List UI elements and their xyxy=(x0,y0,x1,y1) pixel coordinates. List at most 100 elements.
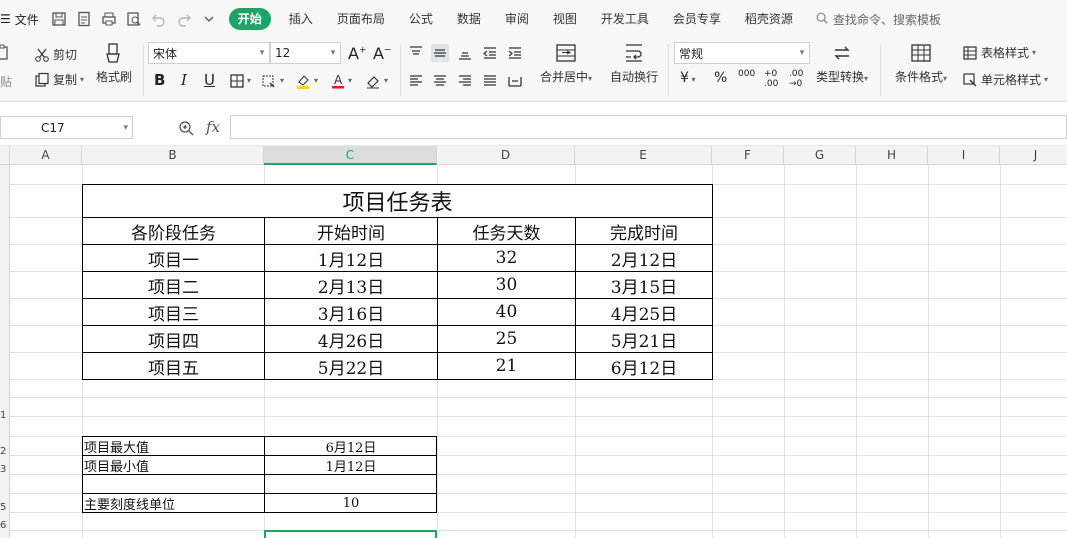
worksheet-grid[interactable]: A B C D E F G H I J 1 2 3 5 6 7 项目任务表 各阶… xyxy=(0,146,1067,538)
undo-icon[interactable] xyxy=(151,11,167,27)
font-size-select[interactable]: 12 ▾ xyxy=(270,42,341,64)
column-header-e[interactable]: E xyxy=(575,146,712,165)
row-header[interactable]: 3 xyxy=(0,464,10,475)
font-name-select[interactable]: 宋体 ▾ xyxy=(148,42,270,64)
table-cell[interactable]: 3月15日 xyxy=(576,272,712,298)
table-cell[interactable]: 3月16日 xyxy=(265,299,437,325)
print-icon[interactable] xyxy=(101,11,117,27)
table-cell[interactable]: 4月26日 xyxy=(265,326,437,352)
header-cell[interactable]: 各阶段任务 xyxy=(83,218,264,244)
paste-button[interactable]: 贴 xyxy=(0,73,12,90)
column-header-a[interactable]: A xyxy=(10,146,82,165)
tab-insert[interactable]: 插入 xyxy=(277,8,325,30)
column-header-j[interactable]: J xyxy=(1000,146,1067,165)
column-header-i[interactable]: I xyxy=(928,146,1000,165)
column-header-c[interactable]: C xyxy=(264,146,437,165)
table-cell[interactable]: 40 xyxy=(438,299,575,325)
table-cell[interactable]: 项目五 xyxy=(83,353,264,379)
copy-button[interactable]: 复制 ▾ xyxy=(34,71,84,88)
summary-value[interactable]: 6月12日 xyxy=(265,437,437,456)
tab-review[interactable]: 审阅 xyxy=(493,8,541,30)
table-cell[interactable]: 项目四 xyxy=(83,326,264,352)
align-left-icon[interactable] xyxy=(407,72,425,90)
formula-input[interactable] xyxy=(230,115,1067,139)
align-bottom-icon[interactable] xyxy=(456,44,474,62)
number-format-select[interactable]: 常规 ▾ xyxy=(674,42,810,64)
row-header[interactable]: 1 xyxy=(0,410,10,421)
column-header-b[interactable]: B xyxy=(82,146,264,165)
tab-view[interactable]: 视图 xyxy=(541,8,589,30)
row-header[interactable]: 2 xyxy=(0,446,10,457)
increase-decimal-icon[interactable]: +0.00 xyxy=(764,69,778,89)
tab-developer[interactable]: 开发工具 xyxy=(589,8,661,30)
chevron-down-icon[interactable]: ▾ xyxy=(247,76,251,85)
row-header[interactable]: 6 xyxy=(0,520,10,531)
percent-icon[interactable]: % xyxy=(714,70,727,86)
header-cell[interactable]: 任务天数 xyxy=(438,218,575,244)
tab-page-layout[interactable]: 页面布局 xyxy=(325,8,397,30)
table-style-button[interactable]: 表格样式 ▾ xyxy=(962,44,1036,61)
table-cell[interactable]: 5月22日 xyxy=(265,353,437,379)
header-cell[interactable]: 开始时间 xyxy=(265,218,437,244)
table-cell[interactable]: 项目三 xyxy=(83,299,264,325)
column-header-f[interactable]: F xyxy=(712,146,784,165)
redo-icon[interactable] xyxy=(176,11,192,27)
chevron-down-icon[interactable]: ▾ xyxy=(280,76,284,85)
table-cell[interactable]: 6月12日 xyxy=(576,353,712,379)
type-convert-button[interactable]: 类型转换▾ xyxy=(816,42,868,85)
italic-icon[interactable]: I xyxy=(181,71,187,89)
header-cell[interactable]: 完成时间 xyxy=(576,218,712,244)
tab-home[interactable]: 开始 xyxy=(228,8,271,30)
summary-label[interactable]: 项目最小值 xyxy=(84,456,264,475)
select-all-corner[interactable] xyxy=(0,146,10,165)
table-cell[interactable]: 2月13日 xyxy=(265,272,437,298)
distribute-icon[interactable] xyxy=(506,72,524,90)
bold-icon[interactable]: B xyxy=(154,71,165,89)
font-color-icon[interactable]: A xyxy=(329,72,347,90)
format-painter-button[interactable]: 格式刷 xyxy=(96,42,132,85)
decrease-decimal-icon[interactable]: .00 →0 xyxy=(789,69,803,89)
summary-value[interactable]: 1月12日 xyxy=(265,456,437,475)
column-header-g[interactable]: G xyxy=(784,146,856,165)
fill-color-icon[interactable] xyxy=(294,72,312,90)
tab-member[interactable]: 会员专享 xyxy=(661,8,733,30)
summary-value[interactable] xyxy=(265,475,437,493)
increase-indent-icon[interactable] xyxy=(506,44,524,62)
summary-value[interactable]: 10 xyxy=(265,494,437,512)
align-middle-icon[interactable] xyxy=(431,44,449,62)
conditional-format-button[interactable]: 条件格式▾ xyxy=(895,42,947,85)
decrease-indent-icon[interactable] xyxy=(481,44,499,62)
thousands-separator-icon[interactable]: 000 xyxy=(738,69,755,79)
table-cell[interactable]: 4月25日 xyxy=(576,299,712,325)
active-cell-c17[interactable] xyxy=(264,530,437,538)
align-right-icon[interactable] xyxy=(456,72,474,90)
merge-center-button[interactable]: 合并居中▾ xyxy=(540,42,592,85)
cut-button[interactable]: 剪切 xyxy=(34,46,77,63)
erase-format-icon[interactable] xyxy=(260,72,278,90)
quick-access-dropdown-icon[interactable] xyxy=(201,11,217,27)
table-cell[interactable]: 项目二 xyxy=(83,272,264,298)
column-header-h[interactable]: H xyxy=(856,146,928,165)
save-icon[interactable] xyxy=(51,11,67,27)
fx-icon[interactable]: fx xyxy=(206,118,220,136)
command-search[interactable]: 查找命令、搜索模板 xyxy=(815,11,941,28)
summary-label[interactable]: 项目最大值 xyxy=(84,437,264,456)
increase-font-icon[interactable]: A+ xyxy=(348,44,367,63)
summary-label[interactable]: 主要刻度线单位 xyxy=(84,494,264,513)
summary-label[interactable] xyxy=(84,475,264,493)
wrap-text-button[interactable]: 自动换行 xyxy=(610,42,658,85)
table-cell[interactable]: 32 xyxy=(438,245,575,271)
currency-icon[interactable]: ¥ ▾ xyxy=(680,70,695,86)
chevron-down-icon[interactable]: ▾ xyxy=(384,76,388,85)
align-center-icon[interactable] xyxy=(431,72,449,90)
name-box[interactable]: C17 ▾ xyxy=(0,116,133,139)
justify-icon[interactable] xyxy=(481,72,499,90)
file-menu[interactable]: ☰ 文件 xyxy=(0,11,39,28)
align-top-icon[interactable] xyxy=(407,44,425,62)
table-cell[interactable]: 25 xyxy=(438,326,575,352)
table-cell[interactable]: 2月12日 xyxy=(576,245,712,271)
table-cell[interactable]: 项目一 xyxy=(83,245,264,271)
table-cell[interactable]: 1月12日 xyxy=(265,245,437,271)
clear-icon[interactable] xyxy=(364,72,382,90)
table-title[interactable]: 项目任务表 xyxy=(83,185,712,217)
